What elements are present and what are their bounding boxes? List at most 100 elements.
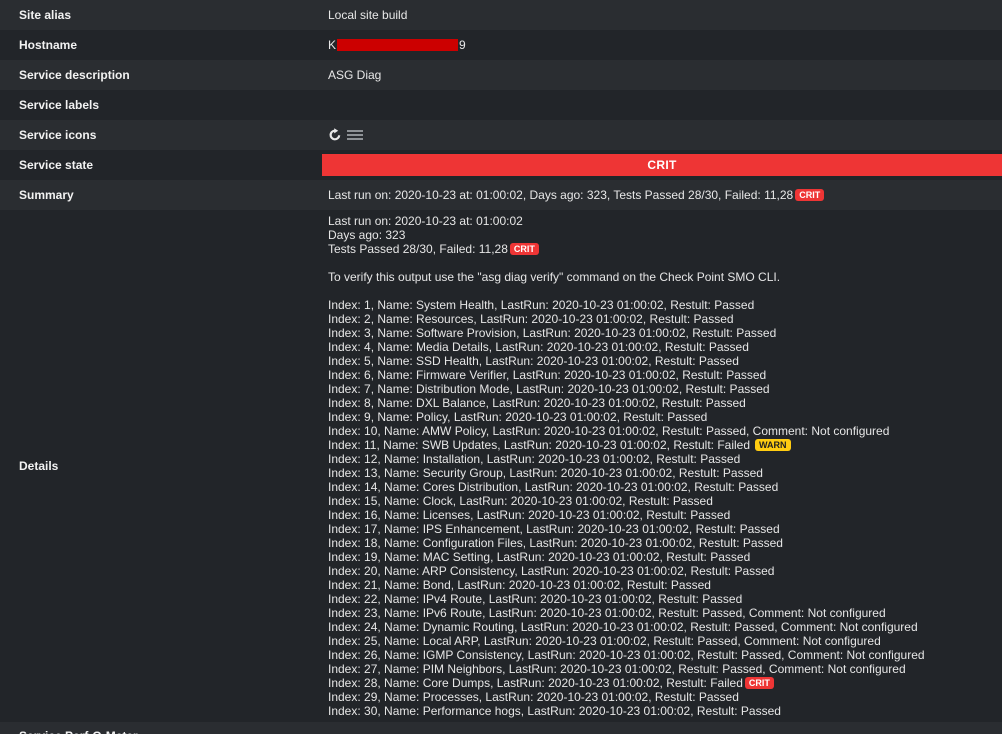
details-line-text: Index: 10, Name: AMW Policy, LastRun: 20… [328,424,890,438]
service-labels-label: Service labels [19,98,100,112]
summary-value: Last run on: 2020-10-23 at: 01:00:02, Da… [322,180,1002,210]
details-days-ago: Days ago: 323 [328,228,406,242]
details-line-text: Index: 24, Name: Dynamic Routing, LastRu… [328,620,918,634]
hostname-value[interactable]: K9 [322,30,1002,60]
row-service-state: Service state CRIT [0,150,1002,180]
details-line: Index: 7, Name: Distribution Mode, LastR… [328,382,1002,396]
service-state-label: Service state [19,158,94,172]
details-line: Index: 14, Name: Cores Distribution, Las… [328,480,1002,494]
warn-badge: WARN [755,439,791,451]
details-line-text: Index: 4, Name: Media Details, LastRun: … [328,340,749,354]
row-site-alias: Site alias Local site build [0,0,1002,30]
details-line: Index: 19, Name: MAC Setting, LastRun: 2… [328,550,1002,564]
details-line: Index: 15, Name: Clock, LastRun: 2020-10… [328,494,1002,508]
details-verify-note: To verify this output use the "asg diag … [328,270,781,284]
details-line: Index: 30, Name: Performance hogs, LastR… [328,704,1002,718]
details-line: Index: 10, Name: AMW Policy, LastRun: 20… [328,424,1002,438]
details-line: Index: 21, Name: Bond, LastRun: 2020-10-… [328,578,1002,592]
row-details: Details Last run on: 2020-10-23 at: 01:0… [0,210,1002,722]
details-line-text: Index: 3, Name: Software Provision, Last… [328,326,777,340]
hostname-label: Hostname [19,38,78,52]
details-line: Index: 11, Name: SWB Updates, LastRun: 2… [328,438,1002,452]
details-last-run: Last run on: 2020-10-23 at: 01:00:02 [328,214,523,228]
details-line-text: Index: 28, Name: Core Dumps, LastRun: 20… [328,676,743,690]
details-line-text: Index: 21, Name: Bond, LastRun: 2020-10-… [328,578,711,592]
details-line-text: Index: 25, Name: Local ARP, LastRun: 202… [328,634,881,648]
details-line-text: Index: 18, Name: Configuration Files, La… [328,536,783,550]
details-line: Index: 27, Name: PIM Neighbors, LastRun:… [328,662,1002,676]
service-description-value: ASG Diag [328,68,382,82]
details-line-text: Index: 23, Name: IPv6 Route, LastRun: 20… [328,606,886,620]
service-state-badge: CRIT [322,154,1002,176]
details-line-text: Index: 29, Name: Processes, LastRun: 202… [328,690,739,704]
details-line: Index: 17, Name: IPS Enhancement, LastRu… [328,522,1002,536]
details-line-text: Index: 22, Name: IPv4 Route, LastRun: 20… [328,592,743,606]
details-line-text: Index: 5, Name: SSD Health, LastRun: 202… [328,354,739,368]
perf-o-meter-label: Service Perf-O-Meter [0,722,322,734]
details-line: Index: 9, Name: Policy, LastRun: 2020-10… [328,410,1002,424]
details-line-text: Index: 27, Name: PIM Neighbors, LastRun:… [328,662,906,676]
details-line: Index: 5, Name: SSD Health, LastRun: 202… [328,354,1002,368]
details-line-text: Index: 17, Name: IPS Enhancement, LastRu… [328,522,780,536]
details-line-text: Index: 20, Name: ARP Consistency, LastRu… [328,564,775,578]
service-icons-value [322,120,1002,150]
perf-o-meter-cell: Service Perf-O-Meter [0,722,322,734]
details-line-list: Index: 1, Name: System Health, LastRun: … [328,298,1002,718]
details-line-text: Index: 13, Name: Security Group, LastRun… [328,466,763,480]
row-service-labels: Service labels [0,90,1002,120]
details-line: Index: 4, Name: Media Details, LastRun: … [328,340,1002,354]
row-service-icons: Service icons [0,120,1002,150]
details-line: Index: 26, Name: IGMP Consistency, LastR… [328,648,1002,662]
details-line: Index: 20, Name: ARP Consistency, LastRu… [328,564,1002,578]
details-line-text: Index: 15, Name: Clock, LastRun: 2020-10… [328,494,713,508]
details-tests-text: Tests Passed 28/30, Failed: 11,28 [328,242,508,256]
details-line: Index: 16, Name: Licenses, LastRun: 2020… [328,508,1002,522]
details-line-text: Index: 12, Name: Installation, LastRun: … [328,452,741,466]
site-alias-label: Site alias [19,8,72,22]
summary-text: Last run on: 2020-10-23 at: 01:00:02, Da… [328,188,794,202]
details-line: Index: 29, Name: Processes, LastRun: 202… [328,690,1002,704]
details-line: Index: 24, Name: Dynamic Routing, LastRu… [328,620,1002,634]
details-line: Index: 2, Name: Resources, LastRun: 2020… [328,312,1002,326]
details-line: Index: 22, Name: IPv4 Route, LastRun: 20… [328,592,1002,606]
hostname-prefix: K [328,38,337,52]
details-line: Index: 25, Name: Local ARP, LastRun: 202… [328,634,1002,648]
row-hostname: Hostname K9 [0,30,1002,60]
service-icons-label: Service icons [19,128,97,142]
details-line-text: Index: 9, Name: Policy, LastRun: 2020-10… [328,410,708,424]
details-line: Index: 13, Name: Security Group, LastRun… [328,466,1002,480]
details-label: Details [19,459,59,473]
details-line: Index: 28, Name: Core Dumps, LastRun: 20… [328,676,1002,690]
details-line: Index: 18, Name: Configuration Files, La… [328,536,1002,550]
details-line-text: Index: 14, Name: Cores Distribution, Las… [328,480,779,494]
summary-crit-badge: CRIT [795,189,825,201]
details-line: Index: 8, Name: DXL Balance, LastRun: 20… [328,396,1002,410]
details-line-text: Index: 7, Name: Distribution Mode, LastR… [328,382,770,396]
details-line-text: Index: 11, Name: SWB Updates, LastRun: 2… [328,438,751,452]
crit-badge: CRIT [744,677,774,689]
menu-icon[interactable] [346,128,364,142]
row-perf-o-meter: Service Perf-O-Meter [0,722,1002,734]
redaction-bar [337,39,459,51]
details-line: Index: 3, Name: Software Provision, Last… [328,326,1002,340]
details-line-text: Index: 1, Name: System Health, LastRun: … [328,298,755,312]
details-line-text: Index: 8, Name: DXL Balance, LastRun: 20… [328,396,746,410]
details-line: Index: 1, Name: System Health, LastRun: … [328,298,1002,312]
site-alias-value: Local site build [328,8,408,22]
service-state-cell: CRIT [322,150,1002,180]
summary-label: Summary [19,188,74,202]
details-line: Index: 23, Name: IPv6 Route, LastRun: 20… [328,606,1002,620]
details-tests: Tests Passed 28/30, Failed: 11,28 CRIT [328,242,1002,256]
service-description-label: Service description [19,68,130,82]
details-line-text: Index: 19, Name: MAC Setting, LastRun: 2… [328,550,751,564]
details-line-text: Index: 6, Name: Firmware Verifier, LastR… [328,368,767,382]
details-value: Last run on: 2020-10-23 at: 01:00:02 Day… [322,210,1002,722]
reload-icon[interactable] [328,128,342,142]
row-service-description: Service description ASG Diag [0,60,1002,90]
details-tests-crit-badge: CRIT [509,243,539,255]
details-line-text: Index: 30, Name: Performance hogs, LastR… [328,704,781,718]
service-info-table: Site alias Local site build Hostname K9 … [0,0,1002,734]
details-line: Index: 12, Name: Installation, LastRun: … [328,452,1002,466]
row-summary: Summary Last run on: 2020-10-23 at: 01:0… [0,180,1002,210]
service-labels-value [322,90,1002,120]
